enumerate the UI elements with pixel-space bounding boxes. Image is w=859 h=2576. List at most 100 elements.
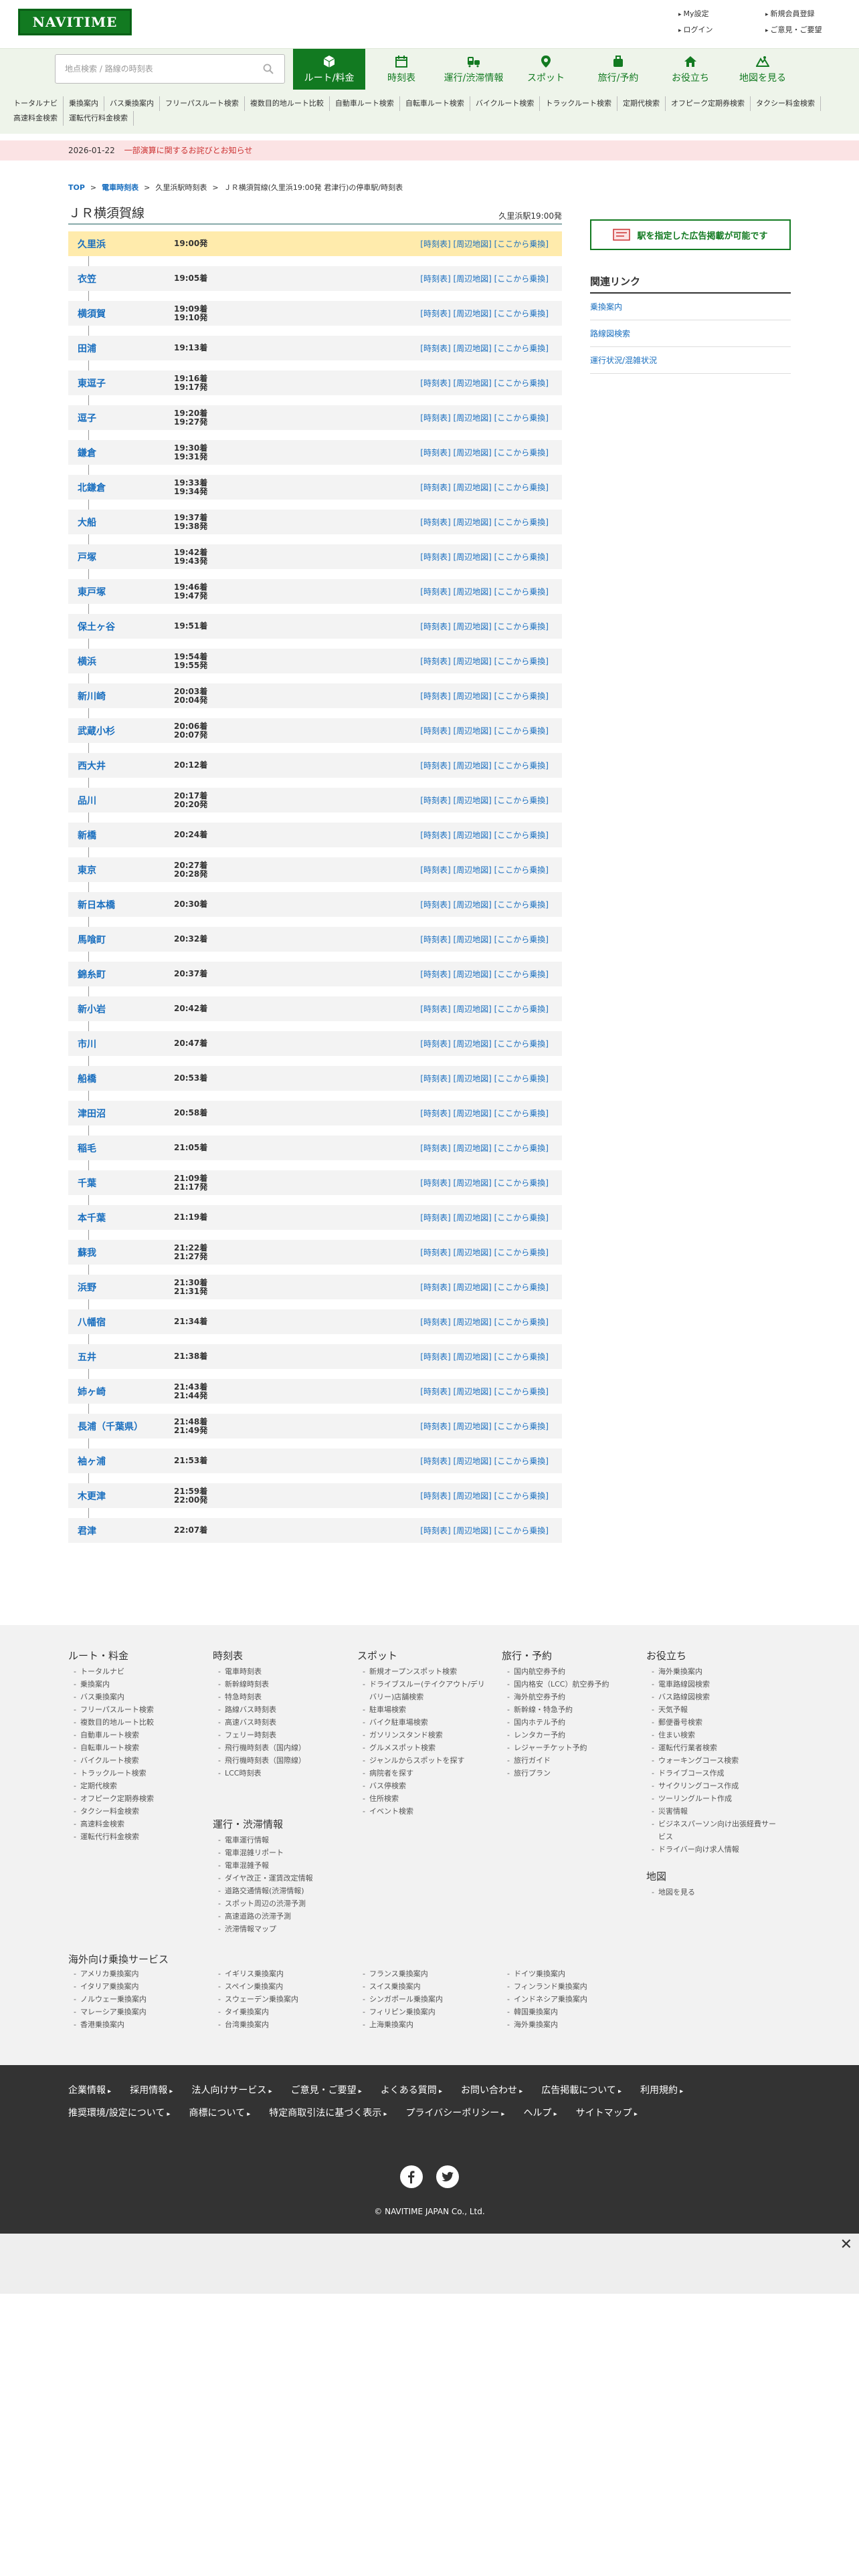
footer-link[interactable]: 新幹線時刻表 (213, 1678, 347, 1691)
intl-link[interactable]: イタリア乗換案内 (68, 1980, 213, 1993)
tab-useful[interactable]: お役立ち (654, 49, 727, 90)
bottom-link[interactable]: 特定商取引法に基づく表示 (269, 2103, 387, 2125)
related-link[interactable]: 乗換案内 (590, 294, 791, 320)
station-action-links[interactable]: [時刻表] [周辺地図] [ここから乗換] (420, 308, 549, 319)
subnav-item[interactable]: 複数目的地ルート比較 (245, 96, 330, 111)
footer-link[interactable]: 渋滞情報マップ (213, 1923, 347, 1935)
bottom-link[interactable]: 広告掲載について (541, 2080, 622, 2103)
footer-link[interactable]: ドライバー向け求人情報 (646, 1843, 780, 1856)
station-link[interactable]: 北鎌倉 (78, 481, 106, 494)
subnav-item[interactable]: タクシー料金検索 (751, 96, 822, 111)
footer-link[interactable]: 特急時刻表 (213, 1691, 347, 1703)
footer-link[interactable]: 自転車ルート検索 (68, 1741, 202, 1754)
station-action-links[interactable]: [時刻表] [周辺地図] [ここから乗換] (420, 273, 549, 284)
station-action-links[interactable]: [時刻表] [周辺地図] [ここから乗換] (420, 447, 549, 458)
related-link[interactable]: 路線図検索 (590, 320, 791, 347)
bottom-link[interactable]: 推奨環境/設定について (68, 2103, 171, 2125)
station-action-links[interactable]: [時刻表] [周辺地図] [ここから乗換] (420, 1525, 549, 1536)
footer-link[interactable]: バイクルート検索 (68, 1754, 202, 1767)
footer-link[interactable]: 海外乗換案内 (646, 1665, 780, 1678)
footer-link[interactable]: 高速バス時刻表 (213, 1716, 347, 1729)
intl-link[interactable]: イギリス乗換案内 (213, 1967, 357, 1980)
footer-link[interactable]: ウォーキングコース検索 (646, 1754, 780, 1767)
bottom-link[interactable]: プライバシーポリシー (406, 2103, 505, 2125)
footer-link[interactable]: 飛行機時刻表（国内線） (213, 1741, 347, 1754)
subnav-item[interactable]: バス乗換案内 (104, 96, 160, 111)
subnav-item[interactable]: 運転代行料金検索 (64, 111, 134, 126)
station-link[interactable]: 浜野 (78, 1281, 96, 1294)
station-link[interactable]: 鎌倉 (78, 446, 96, 459)
station-link[interactable]: 品川 (78, 794, 96, 807)
footer-link[interactable]: 電車時刻表 (213, 1665, 347, 1678)
intl-link[interactable]: スウェーデン乗換案内 (213, 1993, 357, 2006)
footer-link[interactable]: レンタカー予約 (502, 1729, 636, 1741)
station-link[interactable]: 西大井 (78, 759, 106, 772)
breadcrumb-timetable[interactable]: 電車時刻表 (102, 182, 138, 193)
footer-link[interactable]: 住まい検索 (646, 1729, 780, 1741)
station-action-links[interactable]: [時刻表] [周辺地図] [ここから乗換] (420, 1073, 549, 1084)
bottom-link[interactable]: 企業情報 (68, 2080, 111, 2103)
notice-link[interactable]: 一部演算に関するお詫びとお知らせ (124, 146, 253, 155)
station-action-links[interactable]: [時刻表] [周辺地図] [ここから乗換] (420, 725, 549, 736)
footer-link[interactable]: 海外航空券予約 (502, 1691, 636, 1703)
station-link[interactable]: 東京 (78, 863, 96, 877)
footer-link[interactable]: 電車混雑予報 (213, 1859, 347, 1872)
footer-link[interactable]: 高速料金検索 (68, 1818, 202, 1830)
subnav-item[interactable]: 自動車ルート検索 (330, 96, 400, 111)
subnav-item[interactable]: 乗換案内 (64, 96, 104, 111)
intl-link[interactable]: 香港乗換案内 (68, 2018, 213, 2031)
close-icon[interactable]: ✕ (840, 2236, 852, 2253)
bottom-link[interactable]: 利用規約 (640, 2080, 683, 2103)
footer-link[interactable]: ジャンルからスポットを探す (357, 1754, 491, 1767)
breadcrumb-station[interactable]: 久里浜駅時刻表 (155, 182, 207, 193)
footer-link[interactable]: 電車路線図検索 (646, 1678, 780, 1691)
intl-link[interactable]: フィンランド乗換案内 (502, 1980, 646, 1993)
station-link[interactable]: 君津 (78, 1524, 96, 1537)
tab-map[interactable]: 地図を見る (727, 49, 799, 90)
station-action-links[interactable]: [時刻表] [周辺地図] [ここから乗換] (420, 690, 549, 702)
tab-travel[interactable]: 旅行/予約 (582, 49, 654, 90)
station-action-links[interactable]: [時刻表] [周辺地図] [ここから乗換] (420, 1316, 549, 1327)
station-link[interactable]: 五井 (78, 1350, 96, 1364)
footer-link[interactable]: ツーリングルート作成 (646, 1792, 780, 1805)
station-action-links[interactable]: [時刻表] [周辺地図] [ここから乗換] (420, 1247, 549, 1258)
intl-link[interactable]: ドイツ乗換案内 (502, 1967, 646, 1980)
footer-link[interactable]: バス路線図検索 (646, 1691, 780, 1703)
station-link[interactable]: 蘇我 (78, 1246, 96, 1259)
related-link[interactable]: 運行状況/混雑状況 (590, 347, 791, 374)
station-link[interactable]: 戸塚 (78, 550, 96, 564)
subnav-item[interactable]: バイクルート検索 (470, 96, 541, 111)
bottom-link[interactable]: よくある質問 (381, 2080, 442, 2103)
station-action-links[interactable]: [時刻表] [周辺地図] [ここから乗換] (420, 1455, 549, 1467)
footer-link[interactable]: タクシー料金検索 (68, 1805, 202, 1818)
station-action-links[interactable]: [時刻表] [周辺地図] [ここから乗換] (420, 864, 549, 875)
station-action-links[interactable]: [時刻表] [周辺地図] [ここから乗換] (420, 968, 549, 980)
footer-link[interactable]: 高速道路の渋滞予測 (213, 1910, 347, 1923)
footer-link[interactable]: 住所検索 (357, 1792, 491, 1805)
station-action-links[interactable]: [時刻表] [周辺地図] [ここから乗換] (420, 551, 549, 562)
station-link[interactable]: 馬喰町 (78, 933, 106, 946)
footer-link[interactable]: グルメスポット検索 (357, 1741, 491, 1754)
station-action-links[interactable]: [時刻表] [周辺地図] [ここから乗換] (420, 1177, 549, 1188)
station-action-links[interactable]: [時刻表] [周辺地図] [ここから乗換] (420, 899, 549, 910)
breadcrumb-top[interactable]: TOP (68, 183, 85, 192)
navitime-logo[interactable]: NAVITIME (18, 9, 132, 35)
station-link[interactable]: 田浦 (78, 342, 96, 355)
station-action-links[interactable]: [時刻表] [周辺地図] [ここから乗換] (420, 1212, 549, 1223)
intl-link[interactable]: スペイン乗換案内 (213, 1980, 357, 1993)
footer-link[interactable]: バス乗換案内 (68, 1691, 202, 1703)
footer-link[interactable]: 電車運行情報 (213, 1834, 347, 1846)
bottom-link[interactable]: お問い合わせ (461, 2080, 522, 2103)
station-link[interactable]: 逗子 (78, 411, 96, 425)
station-link[interactable]: 木更津 (78, 1489, 106, 1503)
footer-link[interactable]: 駐車場検索 (357, 1703, 491, 1716)
footer-link[interactable]: 複数目的地ルート比較 (68, 1716, 202, 1729)
footer-link[interactable]: 乗換案内 (68, 1678, 202, 1691)
tab-route[interactable]: ルート/料金 (293, 49, 365, 90)
footer-link[interactable]: レジャーチケット予約 (502, 1741, 636, 1754)
station-action-links[interactable]: [時刻表] [周辺地図] [ここから乗換] (420, 1281, 549, 1293)
intl-link[interactable]: フランス乗換案内 (357, 1967, 502, 1980)
intl-link[interactable]: タイ乗換案内 (213, 2006, 357, 2018)
intl-link[interactable]: 韓国乗換案内 (502, 2006, 646, 2018)
station-action-links[interactable]: [時刻表] [周辺地図] [ここから乗換] (420, 377, 549, 389)
